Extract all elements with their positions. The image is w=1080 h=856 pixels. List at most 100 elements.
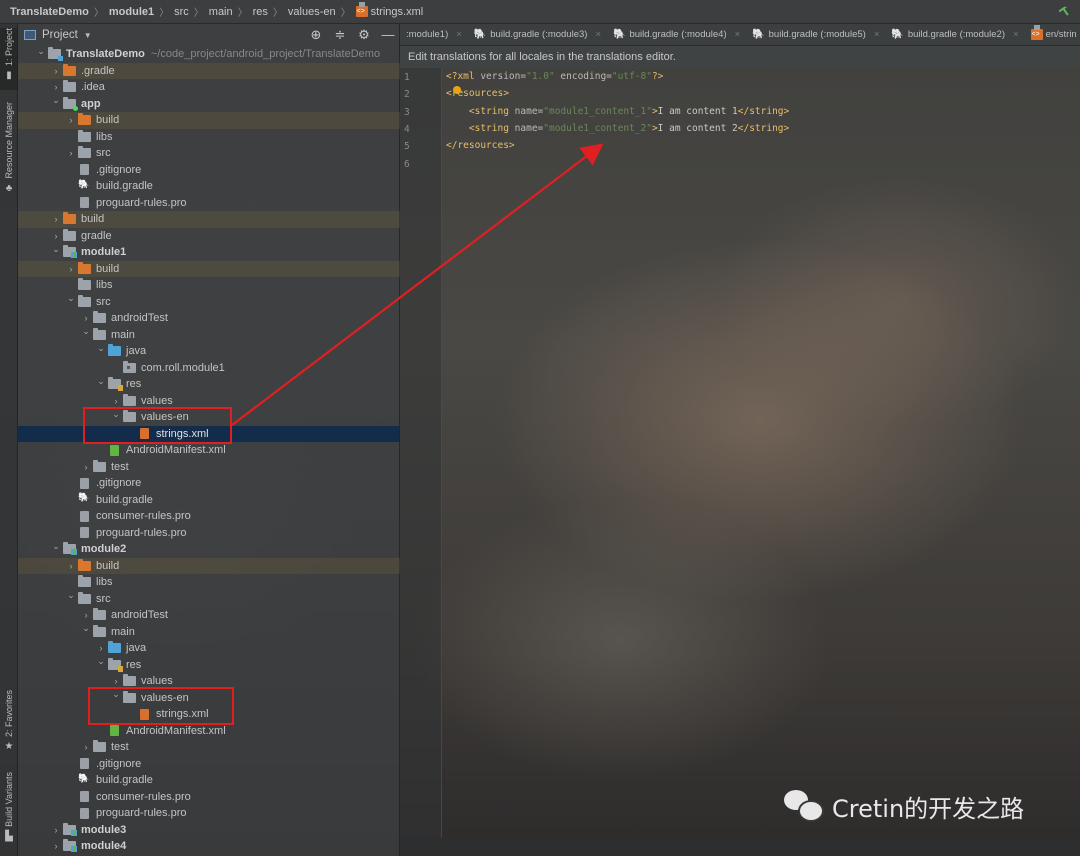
tree-item[interactable]: libs [18,277,400,294]
chevron-right-icon[interactable]: › [64,148,78,158]
chevron-right-icon[interactable]: › [49,82,63,92]
chevron-right-icon[interactable]: › [49,231,63,241]
tree-item[interactable]: › .idea [18,79,400,96]
chevron-right-icon[interactable]: › [79,742,93,752]
chevron-right-icon[interactable]: › [94,643,108,653]
editor-tab[interactable]: 🐘 build.gradle (:module5) × [746,29,885,40]
chevron-down-icon[interactable]: ⌄ [94,656,108,667]
breadcrumb-item[interactable]: src [174,6,189,18]
editor-tab[interactable]: en/strin [1025,25,1080,40]
chevron-right-icon[interactable]: › [79,462,93,472]
close-tab-icon[interactable]: × [735,29,741,40]
chevron-down-icon[interactable]: ⌄ [64,590,78,601]
chevron-down-icon[interactable]: ⌄ [79,623,93,634]
tree-item[interactable]: proguard-rules.pro [18,195,400,212]
editor-tab[interactable]: 🐘 build.gradle (:module3) × [468,29,607,40]
tree-item[interactable]: › java [18,640,400,657]
tree-item[interactable]: ⌄ app [18,95,400,113]
tree-item[interactable]: consumer-rules.pro [18,789,400,806]
chevron-right-icon[interactable]: › [49,66,63,76]
tree-item[interactable]: ⌄ src [18,293,400,311]
tab-resource-manager[interactable]: Resource Manager ♣ [0,102,18,202]
tree-item[interactable]: › build [18,557,400,574]
tree-item[interactable]: ⌄ main [18,326,400,344]
tree-item[interactable]: ⌄ module2 [18,541,400,558]
tree-item[interactable]: › gradle [18,228,400,245]
tree-item[interactable]: › src [18,145,400,162]
tab-build-variants[interactable]: Build Variants ▙ [0,772,18,852]
close-tab-icon[interactable]: × [1013,29,1019,40]
tree-item[interactable]: ⌄ main [18,623,400,641]
tree-item[interactable]: consumer-rules.pro [18,508,400,525]
gear-icon[interactable]: ⚙ [357,27,371,43]
tree-item[interactable]: com.roll.module1 [18,360,400,377]
notice-text[interactable]: Edit translations for all locales in the… [408,51,676,63]
tree-item[interactable]: libs [18,129,400,146]
editor-tab[interactable]: 🐘 build.gradle (:module4) × [607,29,746,40]
chevron-down-icon[interactable]: ⌄ [79,326,93,337]
tree-item[interactable]: build.gradle [18,178,400,195]
tree-item[interactable]: libs [18,574,400,591]
tree-item[interactable]: › build [18,211,400,228]
locate-icon[interactable]: ⊕ [309,27,323,43]
tree-item[interactable]: ⌄ src [18,590,400,608]
close-tab-icon[interactable]: × [456,29,462,40]
tree-item[interactable]: build.gradle [18,772,400,789]
tree-item[interactable]: › test [18,459,400,476]
minimize-icon[interactable]: — [381,27,395,43]
chevron-down-icon[interactable]: ⌄ [64,293,78,304]
tab-favorites[interactable]: 2: Favorites ★ [0,690,18,762]
close-tab-icon[interactable]: × [874,29,880,40]
chevron-right-icon[interactable]: › [64,561,78,571]
chevron-right-icon[interactable]: › [49,214,63,224]
tree-item[interactable]: › module4 [18,838,400,855]
tree-item[interactable]: .gitignore [18,756,400,773]
module-folder-icon [63,96,78,111]
editor-tab[interactable]: :module1) × [400,29,468,40]
tree-item[interactable]: › module3 [18,822,400,839]
chevron-down-icon[interactable]: ⌄ [94,376,108,387]
tree-item[interactable]: ⌄ module1 [18,244,400,261]
chevron-right-icon[interactable]: › [109,676,123,686]
editor-tab[interactable]: 🐘 build.gradle (:module2) × [885,29,1024,40]
tree-item[interactable]: AndroidManifest.xml [18,442,400,459]
breadcrumb-item[interactable]: values-en [288,6,336,18]
tree-item[interactable]: proguard-rules.pro [18,525,400,542]
chevron-right-icon[interactable]: › [79,610,93,620]
tree-item[interactable]: .gitignore [18,162,400,179]
chevron-down-icon[interactable]: ⌄ [49,95,63,106]
tree-item[interactable]: ⌄ java [18,343,400,360]
hammer-build-icon[interactable] [1058,4,1072,18]
tree-item[interactable]: › test [18,739,400,756]
chevron-right-icon[interactable]: › [79,313,93,323]
tree-item[interactable]: › androidTest [18,607,400,624]
chevron-down-icon[interactable]: ⌄ [34,46,48,57]
collapse-all-icon[interactable]: ≑ [333,27,347,43]
tree-item[interactable]: .gitignore [18,475,400,492]
tree-item[interactable]: ⌄ res [18,656,400,674]
chevron-right-icon[interactable]: › [64,115,78,125]
chevron-down-icon[interactable]: ⌄ [49,541,63,552]
intention-bulb-icon[interactable] [453,86,461,94]
breadcrumb-item[interactable]: strings.xml [355,2,423,18]
close-tab-icon[interactable]: × [595,29,601,40]
chevron-right-icon[interactable]: › [49,825,63,835]
breadcrumb-item[interactable]: main [209,6,233,18]
tree-item[interactable]: build.gradle [18,492,400,509]
breadcrumb-item[interactable]: TranslateDemo [10,6,89,18]
breadcrumb-item[interactable]: res [253,6,268,18]
chevron-right-icon[interactable]: › [49,841,63,851]
chevron-down-icon[interactable]: ⌄ [49,244,63,255]
tree-item[interactable]: ⌄ TranslateDemo ~/code_project/android_pro… [18,46,400,63]
tree-item[interactable]: › androidTest [18,310,400,327]
tree-item[interactable]: proguard-rules.pro [18,805,400,822]
chevron-right-icon[interactable]: › [64,264,78,274]
chevron-down-icon[interactable]: ⌄ [94,343,108,354]
tree-item[interactable]: › build [18,112,400,129]
chevron-right-icon[interactable]: › [109,396,123,406]
tree-item[interactable]: › .gradle [18,62,400,79]
tree-item[interactable]: › build [18,260,400,277]
breadcrumb-item[interactable]: module1 [109,6,154,18]
tree-item[interactable]: ⌄ res [18,376,400,393]
tab-project[interactable]: 1: Project ▮ [0,28,18,90]
